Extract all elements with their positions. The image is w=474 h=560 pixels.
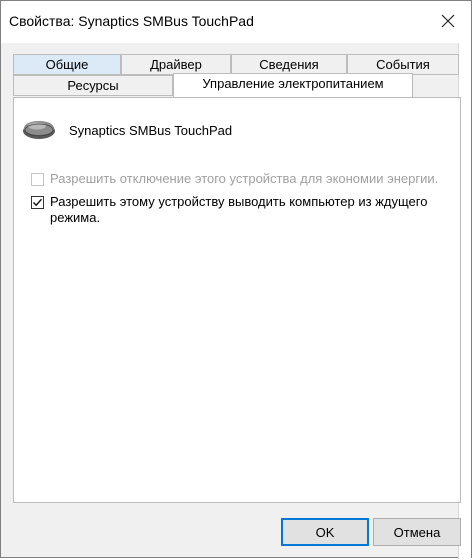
allow-power-off-checkbox[interactable] <box>31 173 44 186</box>
tab-resources[interactable]: Ресурсы <box>13 75 173 96</box>
option-allow-wake: Разрешить этому устройству выводить комп… <box>31 194 431 226</box>
properties-dialog: Свойства: Synaptics SMBus TouchPad Общие… <box>0 0 472 559</box>
window-title: Свойства: Synaptics SMBus TouchPad <box>9 13 254 29</box>
option-allow-power-off: Разрешить отключение этого устройства дл… <box>31 171 438 187</box>
tab-panel <box>13 97 461 503</box>
touchpad-device-icon <box>21 117 57 144</box>
tab-details-label: Сведения <box>259 57 319 72</box>
allow-wake-checkbox[interactable] <box>31 196 44 209</box>
close-button[interactable] <box>431 7 465 37</box>
ok-button-label: OK <box>315 524 335 540</box>
cancel-button-label: Отмена <box>393 524 441 540</box>
ok-button[interactable]: OK <box>281 518 369 546</box>
close-icon <box>441 14 455 31</box>
tab-strip: Общие Драйвер Сведения События Ресурсы У… <box>13 51 461 99</box>
allow-wake-label: Разрешить этому устройству выводить комп… <box>50 194 428 225</box>
device-header: Synaptics SMBus TouchPad <box>21 115 232 145</box>
tab-power-management-label: Управление электропитанием <box>202 76 384 91</box>
checkmark-icon <box>33 198 43 207</box>
tab-events[interactable]: События <box>347 54 459 75</box>
tab-resources-label: Ресурсы <box>67 78 119 93</box>
tab-driver-label: Драйвер <box>150 57 202 72</box>
title-bar: Свойства: Synaptics SMBus TouchPad <box>1 1 471 43</box>
cancel-button[interactable]: Отмена <box>373 518 461 546</box>
tab-power-management[interactable]: Управление электропитанием <box>173 73 413 98</box>
tab-driver[interactable]: Драйвер <box>121 54 231 75</box>
tab-general-label: Общие <box>45 57 89 72</box>
allow-power-off-label: Разрешить отключение этого устройства дл… <box>50 171 439 186</box>
tab-details[interactable]: Сведения <box>231 54 347 75</box>
tab-general[interactable]: Общие <box>13 54 121 75</box>
device-name: Synaptics SMBus TouchPad <box>69 122 233 138</box>
tab-events-label: События <box>376 57 430 72</box>
